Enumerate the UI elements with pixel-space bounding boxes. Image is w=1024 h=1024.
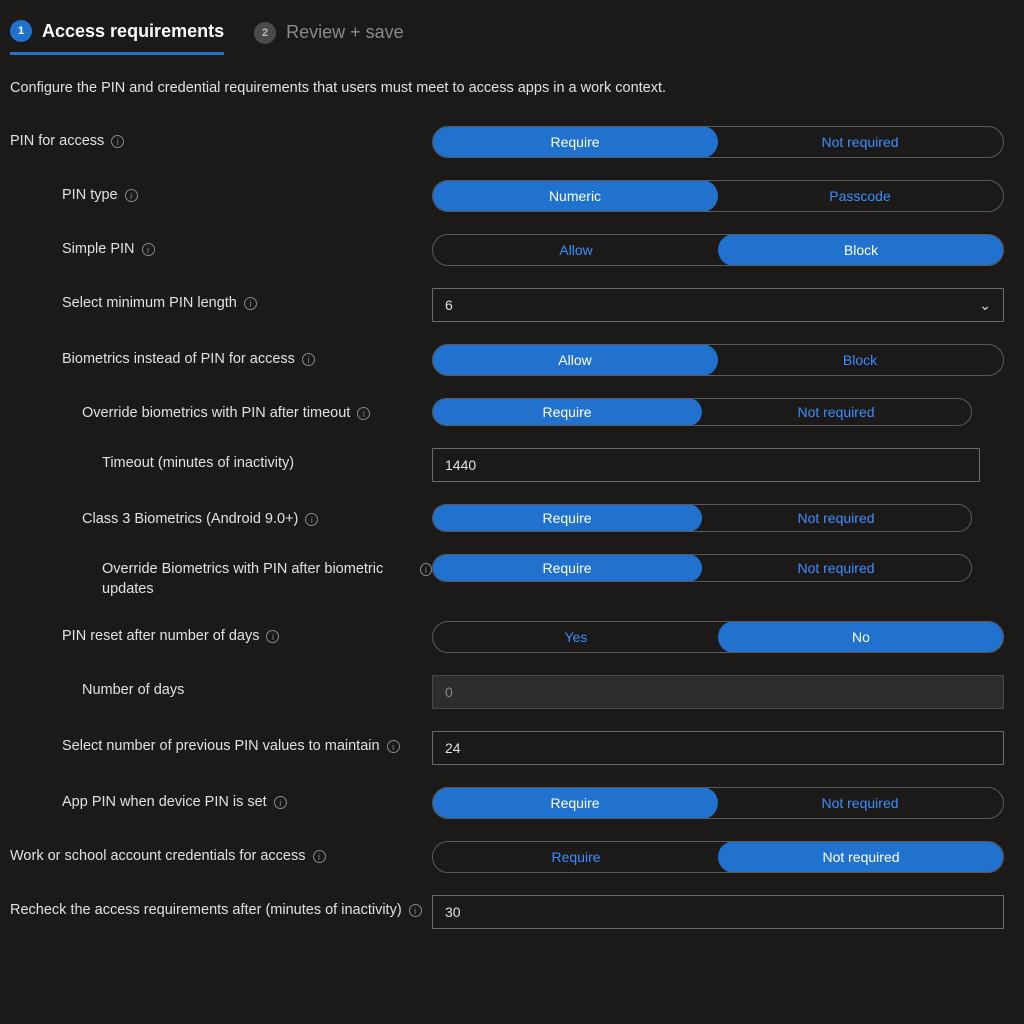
toggle-pin-type[interactable]: Numeric Passcode (432, 180, 1004, 212)
label-work-creds: Work or school account credentials for a… (10, 841, 432, 867)
page-description: Configure the PIN and credential require… (10, 80, 1014, 96)
label-previous-pins: Select number of previous PIN values to … (10, 731, 432, 757)
label-override-bio-updates: Override Biometrics with PIN after biome… (10, 554, 432, 599)
input-timeout[interactable] (432, 448, 980, 482)
opt-require[interactable]: Require (432, 504, 702, 532)
tab-access-requirements[interactable]: 1 Access requirements (10, 20, 224, 55)
info-icon[interactable]: i (244, 297, 257, 310)
step-tabs: 1 Access requirements 2 Review + save (10, 20, 1014, 56)
opt-no[interactable]: No (718, 621, 1004, 653)
info-icon[interactable]: i (420, 563, 432, 576)
info-icon[interactable]: i (111, 135, 124, 148)
label-biometrics: Biometrics instead of PIN for access i (10, 344, 432, 370)
opt-block[interactable]: Block (717, 345, 1003, 375)
info-icon[interactable]: i (387, 740, 400, 753)
opt-not-required[interactable]: Not required (701, 555, 971, 581)
step-1-badge: 1 (10, 20, 32, 42)
label-simple-pin: Simple PIN i (10, 234, 432, 260)
label-number-of-days: Number of days (10, 675, 432, 701)
label-recheck: Recheck the access requirements after (m… (10, 895, 432, 921)
toggle-override-bio-timeout[interactable]: Require Not required (432, 398, 972, 426)
tab-review-save-label: Review + save (286, 22, 404, 43)
label-timeout: Timeout (minutes of inactivity) (10, 448, 432, 474)
toggle-work-creds[interactable]: Require Not required (432, 841, 1004, 873)
toggle-override-bio-updates[interactable]: Require Not required (432, 554, 972, 582)
opt-not-required[interactable]: Not required (718, 841, 1004, 873)
opt-numeric[interactable]: Numeric (432, 180, 718, 212)
info-icon[interactable]: i (357, 407, 370, 420)
info-icon[interactable]: i (305, 513, 318, 526)
opt-require[interactable]: Require (432, 554, 702, 582)
toggle-pin-for-access[interactable]: Require Not required (432, 126, 1004, 158)
opt-require[interactable]: Require (432, 398, 702, 426)
toggle-pin-reset[interactable]: Yes No (432, 621, 1004, 653)
tab-review-save[interactable]: 2 Review + save (254, 20, 404, 55)
info-icon[interactable]: i (302, 353, 315, 366)
opt-require[interactable]: Require (432, 787, 718, 819)
input-previous-pins[interactable] (432, 731, 1004, 765)
toggle-simple-pin[interactable]: Allow Block (432, 234, 1004, 266)
opt-not-required[interactable]: Not required (701, 399, 971, 425)
label-pin-type: PIN type i (10, 180, 432, 206)
tab-access-requirements-label: Access requirements (42, 21, 224, 42)
opt-not-required[interactable]: Not required (717, 788, 1003, 818)
info-icon[interactable]: i (274, 796, 287, 809)
select-min-pin-length-value: 6 (445, 297, 453, 313)
info-icon[interactable]: i (142, 243, 155, 256)
step-2-badge: 2 (254, 22, 276, 44)
label-min-pin-length: Select minimum PIN length i (10, 288, 432, 314)
label-override-bio-timeout: Override biometrics with PIN after timeo… (10, 398, 432, 424)
label-pin-for-access: PIN for access i (10, 126, 432, 152)
opt-not-required[interactable]: Not required (701, 505, 971, 531)
opt-yes[interactable]: Yes (433, 622, 719, 652)
opt-require[interactable]: Require (432, 126, 718, 158)
info-icon[interactable]: i (125, 189, 138, 202)
info-icon[interactable]: i (266, 630, 279, 643)
opt-not-required[interactable]: Not required (717, 127, 1003, 157)
chevron-down-icon: ⌄ (979, 297, 991, 314)
info-icon[interactable]: i (409, 904, 422, 917)
opt-block[interactable]: Block (718, 234, 1004, 266)
info-icon[interactable]: i (313, 850, 326, 863)
label-app-pin-device: App PIN when device PIN is set i (10, 787, 432, 813)
toggle-biometrics[interactable]: Allow Block (432, 344, 1004, 376)
opt-allow[interactable]: Allow (432, 344, 718, 376)
opt-require[interactable]: Require (433, 842, 719, 872)
select-min-pin-length[interactable]: 6 ⌄ (432, 288, 1004, 322)
toggle-class3-biometrics[interactable]: Require Not required (432, 504, 972, 532)
label-class3-biometrics: Class 3 Biometrics (Android 9.0+) i (10, 504, 432, 530)
toggle-app-pin-device[interactable]: Require Not required (432, 787, 1004, 819)
opt-allow[interactable]: Allow (433, 235, 719, 265)
opt-passcode[interactable]: Passcode (717, 181, 1003, 211)
label-pin-reset: PIN reset after number of days i (10, 621, 432, 647)
input-recheck[interactable] (432, 895, 1004, 929)
input-number-of-days (432, 675, 1004, 709)
